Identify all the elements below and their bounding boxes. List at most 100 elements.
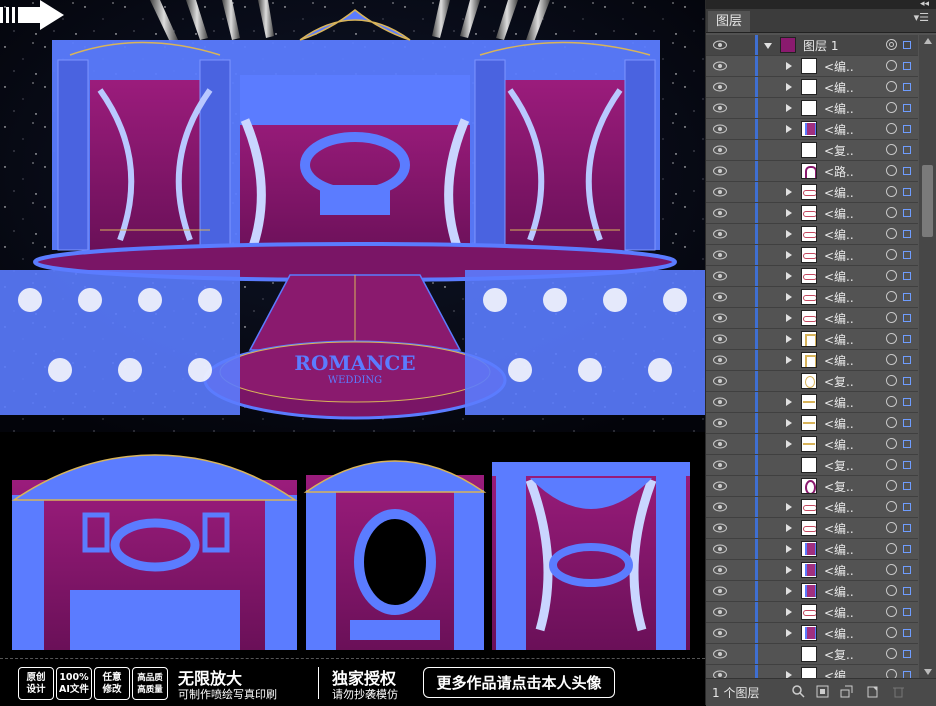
lock-toggle[interactable] xyxy=(733,623,753,643)
target-circle-icon[interactable] xyxy=(886,249,897,260)
expand-triangle-icon[interactable] xyxy=(786,524,792,532)
layer-row[interactable]: <编.. xyxy=(706,560,918,581)
lock-toggle[interactable] xyxy=(733,77,753,97)
target-circle-icon[interactable] xyxy=(886,564,897,575)
scroll-thumb[interactable] xyxy=(922,165,933,237)
expand-triangle-icon[interactable] xyxy=(786,230,792,238)
lock-toggle[interactable] xyxy=(733,581,753,601)
lock-toggle[interactable] xyxy=(733,455,753,475)
target-circle-icon[interactable] xyxy=(886,81,897,92)
lock-toggle[interactable] xyxy=(733,308,753,328)
layer-name[interactable]: <编.. xyxy=(824,247,854,264)
layer-name[interactable]: <编.. xyxy=(824,625,854,642)
artboard-canvas[interactable]: ROMANCE WEDDING 原创 设计 100% AI文件 任意 修改 高品… xyxy=(0,0,705,705)
layer-row[interactable]: <编.. xyxy=(706,581,918,602)
expand-triangle-icon[interactable] xyxy=(786,272,792,280)
visibility-eye-icon[interactable] xyxy=(713,124,727,134)
visibility-eye-icon[interactable] xyxy=(713,649,727,659)
visibility-eye-icon[interactable] xyxy=(713,334,727,344)
selection-square-icon[interactable] xyxy=(903,545,911,553)
lock-toggle[interactable] xyxy=(733,476,753,496)
target-circle-icon[interactable] xyxy=(886,606,897,617)
lock-toggle[interactable] xyxy=(733,350,753,370)
layer-row[interactable]: <编.. xyxy=(706,119,918,140)
visibility-eye-icon[interactable] xyxy=(713,502,727,512)
layer-row[interactable]: <编.. xyxy=(706,329,918,350)
expand-triangle-icon[interactable] xyxy=(786,335,792,343)
target-circle-icon[interactable] xyxy=(886,102,897,113)
selection-square-icon[interactable] xyxy=(903,482,911,490)
expand-triangle-icon[interactable] xyxy=(786,104,792,112)
locate-object-icon[interactable] xyxy=(792,685,805,698)
layer-row[interactable]: <编.. xyxy=(706,413,918,434)
lock-toggle[interactable] xyxy=(733,161,753,181)
target-circle-icon[interactable] xyxy=(886,333,897,344)
layer-name[interactable]: <复.. xyxy=(824,478,854,495)
target-circle-icon[interactable] xyxy=(886,480,897,491)
target-circle-icon[interactable] xyxy=(886,417,897,428)
expand-triangle-icon[interactable] xyxy=(786,125,792,133)
target-circle-icon[interactable] xyxy=(886,270,897,281)
delete-layer-icon[interactable] xyxy=(892,685,905,698)
expand-triangle-icon[interactable] xyxy=(786,419,792,427)
layer-row[interactable]: <复.. xyxy=(706,644,918,665)
selection-square-icon[interactable] xyxy=(903,62,911,70)
expand-triangle-icon[interactable] xyxy=(786,251,792,259)
visibility-eye-icon[interactable] xyxy=(713,145,727,155)
collapse-icon[interactable]: ◂◂ xyxy=(920,0,929,9)
target-circle-icon[interactable] xyxy=(886,669,897,678)
visibility-eye-icon[interactable] xyxy=(713,187,727,197)
selection-square-icon[interactable] xyxy=(903,671,911,678)
selection-square-icon[interactable] xyxy=(903,125,911,133)
collapse-triangle-icon[interactable] xyxy=(764,43,772,49)
layer-row[interactable]: <编.. xyxy=(706,602,918,623)
target-circle-icon[interactable] xyxy=(886,438,897,449)
expand-triangle-icon[interactable] xyxy=(786,293,792,301)
visibility-eye-icon[interactable] xyxy=(713,103,727,113)
visibility-eye-icon[interactable] xyxy=(713,397,727,407)
layer-name[interactable]: <路.. xyxy=(824,163,854,180)
lock-toggle[interactable] xyxy=(733,497,753,517)
selection-square-icon[interactable] xyxy=(903,650,911,658)
selection-square-icon[interactable] xyxy=(903,587,911,595)
selection-square-icon[interactable] xyxy=(903,440,911,448)
layer-name[interactable]: <复.. xyxy=(824,373,854,390)
expand-triangle-icon[interactable] xyxy=(786,188,792,196)
selection-square-icon[interactable] xyxy=(903,293,911,301)
visibility-eye-icon[interactable] xyxy=(713,523,727,533)
lock-toggle[interactable] xyxy=(733,98,753,118)
layer-row[interactable]: <编.. xyxy=(706,98,918,119)
target-circle-icon[interactable] xyxy=(886,354,897,365)
expand-triangle-icon[interactable] xyxy=(786,314,792,322)
target-circle-icon[interactable] xyxy=(886,312,897,323)
visibility-eye-icon[interactable] xyxy=(713,313,727,323)
visibility-eye-icon[interactable] xyxy=(713,271,727,281)
expand-triangle-icon[interactable] xyxy=(786,629,792,637)
layer-row[interactable]: <编.. xyxy=(706,539,918,560)
layer-row[interactable]: <编.. xyxy=(706,266,918,287)
expand-triangle-icon[interactable] xyxy=(786,209,792,217)
selection-square-icon[interactable] xyxy=(903,272,911,280)
scroll-down-icon[interactable] xyxy=(924,669,932,675)
layer-name[interactable]: <编.. xyxy=(824,520,854,537)
lock-toggle[interactable] xyxy=(733,413,753,433)
lock-toggle[interactable] xyxy=(733,434,753,454)
layer-name[interactable]: <编.. xyxy=(824,205,854,222)
target-circle-icon[interactable] xyxy=(886,627,897,638)
selection-square-icon[interactable] xyxy=(903,524,911,532)
visibility-eye-icon[interactable] xyxy=(713,481,727,491)
visibility-eye-icon[interactable] xyxy=(713,418,727,428)
layer-name[interactable]: 图层 1 xyxy=(803,37,838,54)
layer-row[interactable]: <编.. xyxy=(706,434,918,455)
target-circle-icon[interactable] xyxy=(886,291,897,302)
target-circle-icon[interactable] xyxy=(886,585,897,596)
layer-row[interactable]: <编.. xyxy=(706,350,918,371)
selection-square-icon[interactable] xyxy=(903,209,911,217)
layer-row[interactable]: <编.. xyxy=(706,56,918,77)
visibility-eye-icon[interactable] xyxy=(713,565,727,575)
layer-row[interactable]: <编.. xyxy=(706,518,918,539)
layer-row[interactable]: <编.. xyxy=(706,224,918,245)
layer-name[interactable]: <编.. xyxy=(824,415,854,432)
expand-triangle-icon[interactable] xyxy=(786,440,792,448)
layer-name[interactable]: <编.. xyxy=(824,268,854,285)
